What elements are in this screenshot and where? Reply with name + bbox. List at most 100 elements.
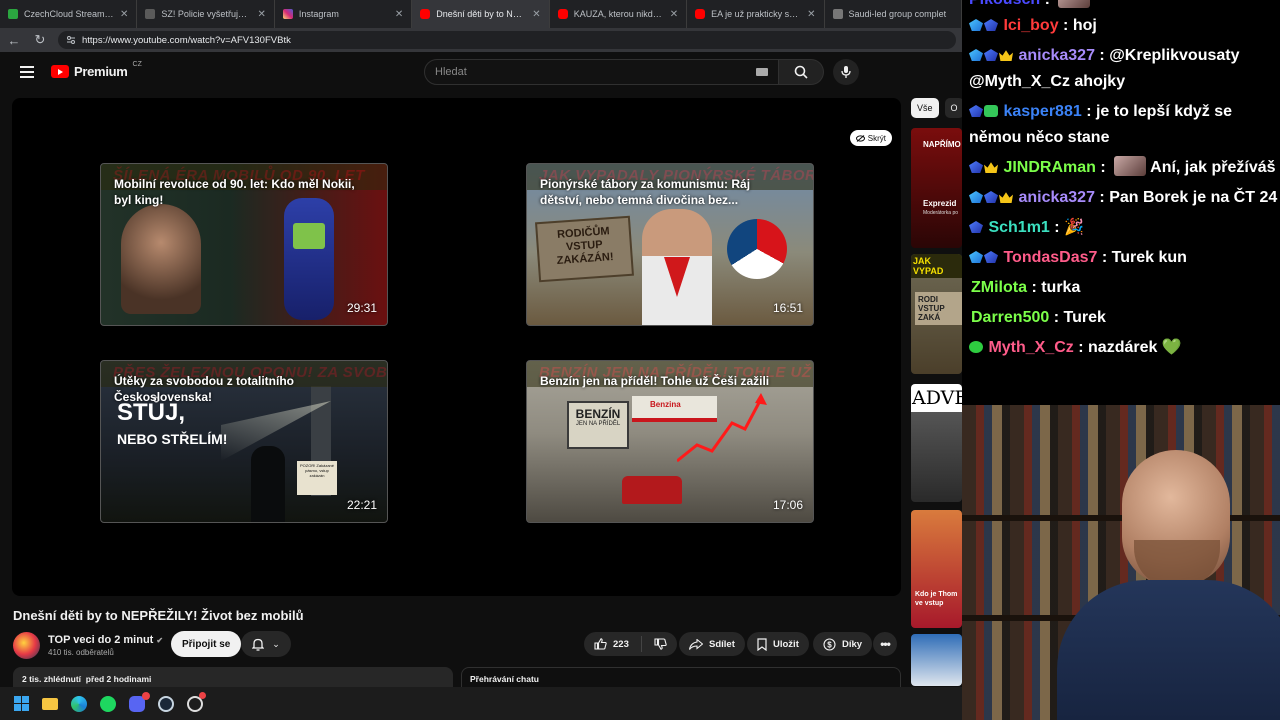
related-thumb-text: Exprezid xyxy=(923,199,957,208)
hide-label: Skrýt xyxy=(867,133,886,143)
notification-bell-button[interactable]: ⌄ xyxy=(241,631,291,657)
steam-icon[interactable] xyxy=(157,695,175,713)
video-title: Dnešní děti by to NEPŘEŽILY! Život bez m… xyxy=(13,608,304,623)
browser-tab-active[interactable]: Dnešní děti by to NEPŘEŽILY! ✕ xyxy=(412,0,550,28)
tab-close-icon[interactable]: ✕ xyxy=(257,9,265,20)
related-thumb-text: NAPŘÍMO xyxy=(923,140,961,149)
escapee-silhouette-art xyxy=(251,446,285,522)
join-button[interactable]: Připojit se xyxy=(171,631,242,657)
endcard-duration: 17:06 xyxy=(772,498,803,512)
like-count: 223 xyxy=(613,638,629,650)
verified-icon: ✔ xyxy=(156,636,164,645)
endcard-duration: 22:21 xyxy=(346,498,377,512)
search-button[interactable] xyxy=(779,59,824,85)
share-button[interactable]: Sdílet xyxy=(679,632,745,656)
save-button[interactable]: Uložit xyxy=(747,632,809,656)
chat-message: anicka327 : Pan Borek je na ČT 24 xyxy=(969,185,1280,211)
related-video-thumbnail[interactable]: ADVE xyxy=(911,384,962,502)
rising-arrow-icon xyxy=(676,393,767,463)
endscreen-video-card[interactable]: ŠÍLENÁ ÉRA MOBILŮ OD 90. LET Mobilní rev… xyxy=(100,163,388,326)
chat-username: Darren500 xyxy=(971,309,1050,326)
sub-badge-icon xyxy=(984,19,998,31)
warning-sign-text: POZOR! Zakázané pásmo, vstup zakázán xyxy=(299,463,334,478)
reload-icon[interactable]: ↻ xyxy=(32,32,48,48)
endcard-title: Mobilní revoluce od 90. let: Kdo měl Nok… xyxy=(114,177,355,207)
related-video-thumbnail[interactable]: JAK VYPAD RODI VSTUP ZAKÁ xyxy=(911,254,962,374)
browser-tab[interactable]: Instagram ✕ xyxy=(275,0,413,28)
related-thumb-text: ADVE xyxy=(912,387,962,409)
related-chip-bar: Vše O xyxy=(911,98,964,118)
channel-name[interactable]: TOP veci do 2 minut ✔ xyxy=(48,634,163,646)
file-explorer-icon[interactable] xyxy=(41,695,59,713)
related-video-thumbnail[interactable]: NAPŘÍMO Exprezid Moderátorka po xyxy=(911,128,962,248)
benzin-sign-art: BENZÍN JEN NA PŘÍDĚL xyxy=(567,401,629,449)
back-icon[interactable]: ← xyxy=(6,33,22,48)
related-video-thumbnail[interactable] xyxy=(911,634,962,686)
tab-label: Dnešní děti by to NEPŘEŽILY! xyxy=(436,9,526,19)
like-button[interactable]: 223 xyxy=(594,638,629,650)
voice-search-button[interactable] xyxy=(833,59,859,85)
app-icon[interactable] xyxy=(186,691,206,713)
pioneer-boy-art xyxy=(642,209,712,325)
bookmark-icon xyxy=(757,637,767,651)
chat-replay-panel[interactable]: Přehrávání chatu xyxy=(461,667,901,689)
edge-browser-icon[interactable] xyxy=(70,695,88,713)
channel-avatar[interactable] xyxy=(13,632,40,659)
hide-endscreen-button[interactable]: Skrýt xyxy=(849,130,892,146)
chip-other[interactable]: O xyxy=(944,98,964,118)
tab-close-icon[interactable]: ✕ xyxy=(670,9,678,20)
url-field[interactable]: https://www.youtube.com/watch?v=AFV130FV… xyxy=(58,31,956,49)
sub-badge-icon xyxy=(984,251,998,263)
tab-favicon-icon xyxy=(8,9,18,19)
discord-icon[interactable] xyxy=(128,691,150,713)
chat-username: Pikousch xyxy=(969,0,1040,8)
endscreen-video-card[interactable]: RODIČŮM VSTUP ZAKÁZÁN! JAK VYPADALY PION… xyxy=(526,163,814,326)
benzin-sign-text: BENZÍN xyxy=(575,407,621,421)
emote-icon xyxy=(1114,156,1147,176)
tab-close-icon[interactable]: ✕ xyxy=(120,9,128,20)
browser-tab[interactable]: Saudi-led group complet xyxy=(825,0,962,28)
tab-close-icon[interactable]: ✕ xyxy=(395,9,403,20)
browser-tab[interactable]: CzechCloud Stream - Watch ✕ xyxy=(0,0,138,28)
tab-close-icon[interactable]: ✕ xyxy=(532,9,540,20)
chat-message: Darren500 : Turek xyxy=(971,309,1106,326)
instagram-icon xyxy=(282,9,293,19)
thanks-button[interactable]: $ Díky xyxy=(813,632,873,656)
chip-all[interactable]: Vše xyxy=(911,98,939,118)
browser-tab[interactable]: EA je už prakticky saúdská. E ✕ xyxy=(687,0,825,28)
youtube-favicon-icon xyxy=(420,9,431,19)
share-label: Sdílet xyxy=(709,638,735,650)
sub-badge-icon xyxy=(969,221,983,233)
chat-username: TondasDas7 xyxy=(1003,249,1098,266)
youtube-logo[interactable]: Premium CZ xyxy=(51,61,142,79)
description-box[interactable]: 2 tis. zhlédnutí před 2 hodinami xyxy=(13,667,453,689)
tab-close-icon[interactable]: ✕ xyxy=(807,9,815,20)
stream-chat-overlay: Pikousch : Ici_boy : hoj anicka327 : @Kr… xyxy=(962,0,1280,405)
browser-tab[interactable]: SZ! Policie vyšetřuje Turkovu ne ✕ xyxy=(137,0,275,28)
related-video-thumbnail[interactable]: Kdo je Thom ve vstup xyxy=(911,510,962,628)
endscreen-video-card[interactable]: BENZÍN JEN NA PŘÍDĚL Benzina BENZÍN JEN … xyxy=(526,360,814,523)
keyboard-icon[interactable] xyxy=(756,68,768,76)
site-info-icon[interactable] xyxy=(66,35,76,45)
chat-replay-label: Přehrávání chatu xyxy=(470,674,539,684)
tab-favicon-icon xyxy=(832,9,843,19)
gem-badge-icon xyxy=(969,49,983,61)
channel-name-text: TOP veci do 2 minut xyxy=(48,634,154,646)
menu-icon[interactable] xyxy=(20,66,34,81)
search-input[interactable]: Hledat xyxy=(424,59,779,85)
crown-badge-icon xyxy=(999,50,1013,61)
endscreen-video-card[interactable]: STŮJ, NEBO STŘELÍM! POZOR! Zakázané pásm… xyxy=(100,360,388,523)
video-player[interactable]: Skrýt ŠÍLENÁ ÉRA MOBILŮ OD 90. LET Mobil… xyxy=(12,98,901,596)
thumbs-down-icon[interactable] xyxy=(654,638,667,650)
spotify-icon[interactable] xyxy=(99,695,117,713)
emote-icon xyxy=(1058,0,1091,8)
bits-badge-icon xyxy=(984,105,998,117)
tab-label: Saudi-led group complet xyxy=(848,9,947,19)
browser-tab[interactable]: KAUZA, kterou nikdo NECHÁ ✕ xyxy=(550,0,688,28)
more-actions-button[interactable]: ••• xyxy=(873,632,897,656)
address-bar: ← ↻ https://www.youtube.com/watch?v=AFV1… xyxy=(0,28,962,52)
microphone-icon xyxy=(841,66,851,78)
benzin-sign-subtext: JEN NA PŘÍDĚL xyxy=(575,421,621,427)
chat-message: anicka327 : @Kreplikvousaty @Myth_X_Cz a… xyxy=(969,47,1240,90)
windows-start-icon[interactable] xyxy=(12,695,30,713)
